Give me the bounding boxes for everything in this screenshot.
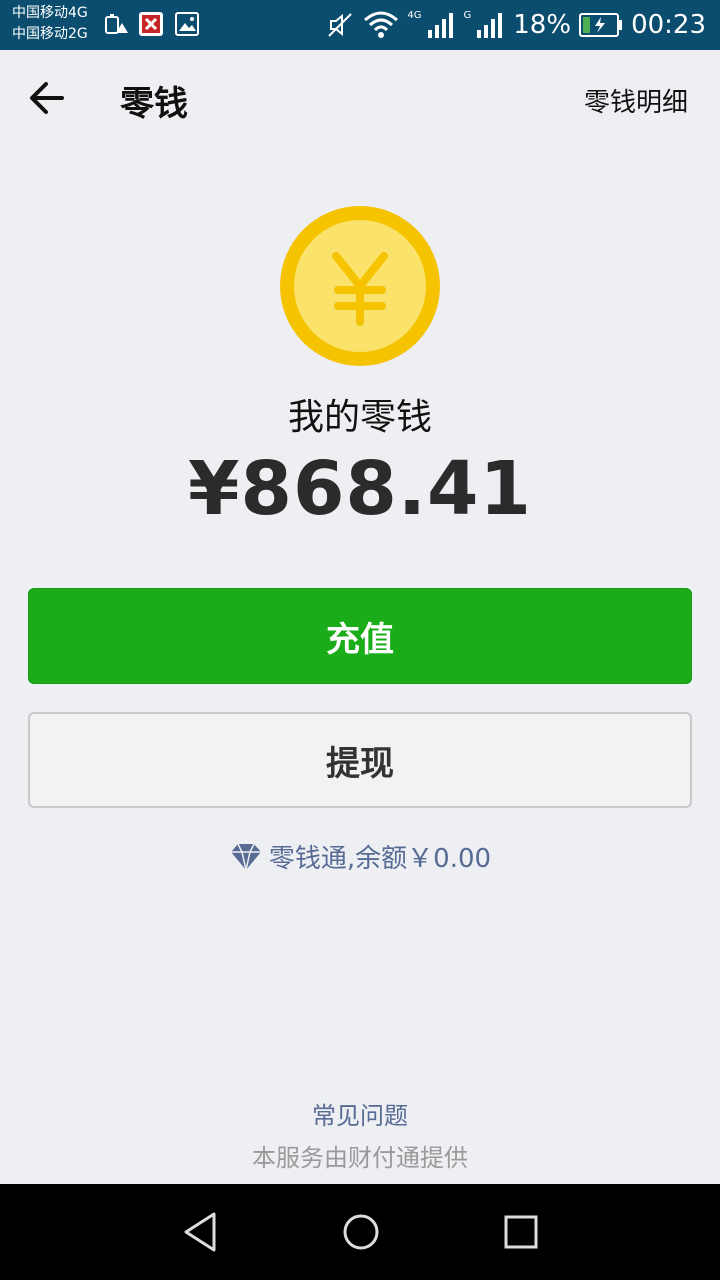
recharge-button[interactable]: 充值 [28, 588, 692, 684]
notification-icons [102, 11, 200, 37]
yuan-coin-icon [280, 206, 440, 366]
recharge-button-label: 充值 [326, 619, 394, 660]
faq-link[interactable]: 常见问题 [0, 1096, 720, 1131]
nav-home-icon[interactable] [335, 1206, 387, 1258]
clock: 00:23 [631, 10, 706, 40]
lingqiantong-text: 零钱通,余额￥0.00 [268, 844, 492, 874]
image-notification-icon [175, 12, 199, 36]
wallet-label: 我的零钱 [287, 397, 432, 438]
carrier-1: 中国移动4G [12, 5, 88, 21]
wifi-icon [364, 11, 399, 38]
withdraw-button[interactable]: 提现 [28, 712, 692, 808]
nav-back-icon[interactable] [174, 1206, 226, 1258]
provider-text: 本服务由财付通提供 [252, 1144, 468, 1172]
status-right: 4G G 18% 00:23 [325, 0, 706, 50]
signal-g-icon [477, 13, 503, 38]
status-bar: 中国移动4G 中国移动2G 4G G 18% 00:23 [0, 0, 720, 50]
wallet-detail-link[interactable]: 零钱明细 [584, 82, 688, 119]
wallet-balance: ¥868.41 [187, 446, 533, 532]
battery-saver-icon [105, 14, 128, 34]
header: 零钱 零钱明细 [0, 50, 720, 146]
mute-icon [328, 13, 353, 37]
navigation-bar [0, 1184, 720, 1280]
battery-percent: 18% [513, 10, 572, 40]
carrier-info: 中国移动4G 中国移动2G [12, 3, 88, 45]
signal-4g-icon [427, 13, 453, 38]
app-notification-icon [139, 12, 163, 36]
withdraw-button-label: 提现 [326, 743, 394, 784]
net-4g-label: 4G [407, 9, 422, 21]
battery-charging-icon [579, 13, 623, 37]
diamond-icon [230, 843, 261, 870]
lingqiantong-link[interactable]: 零钱通,余额￥0.00 [0, 838, 720, 875]
page-title: 零钱 [120, 84, 188, 124]
carrier-2: 中国移动2G [12, 26, 88, 42]
back-arrow-icon[interactable] [26, 78, 72, 118]
nav-recent-icon[interactable] [495, 1206, 547, 1258]
net-g-label: G [463, 9, 472, 21]
